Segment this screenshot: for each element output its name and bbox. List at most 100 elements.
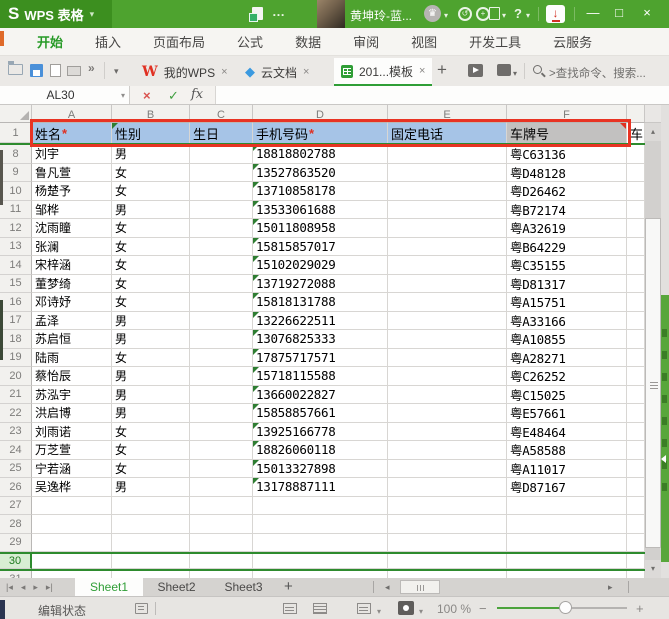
page-layout-view-icon[interactable]: [357, 603, 371, 614]
row-header-31[interactable]: 31: [0, 571, 32, 579]
command-search-input[interactable]: >查找命令、搜索...: [549, 65, 646, 81]
cell[interactable]: [627, 349, 645, 368]
cell-plate[interactable]: 粤A11017: [507, 460, 627, 479]
sheet-tab-sheet2[interactable]: Sheet2: [143, 578, 210, 596]
cell[interactable]: [627, 238, 645, 257]
cell-plate[interactable]: 粤C35155: [507, 256, 627, 275]
cell[interactable]: [627, 293, 645, 312]
cell-birthday[interactable]: [190, 293, 253, 312]
cell-birthday[interactable]: [190, 182, 253, 201]
cell-birthday[interactable]: [190, 330, 253, 349]
cell-landline[interactable]: [388, 256, 507, 275]
cell[interactable]: [253, 571, 388, 579]
cell[interactable]: [627, 367, 645, 386]
cell[interactable]: [627, 145, 645, 164]
header-cell[interactable]: 手机号码*: [253, 123, 388, 143]
cell-name[interactable]: 陆雨: [32, 349, 112, 368]
cell[interactable]: [627, 201, 645, 220]
menu-tab-6[interactable]: 审阅: [353, 32, 379, 51]
row-header-9[interactable]: 9: [0, 164, 32, 183]
cell[interactable]: [253, 497, 388, 516]
row-header-22[interactable]: 22: [0, 404, 32, 423]
row-header-20[interactable]: 20: [0, 367, 32, 386]
zoom-in-button[interactable]: +: [636, 601, 644, 616]
cell-sex[interactable]: 男: [112, 404, 190, 423]
cell-phone[interactable]: 15011808958: [253, 219, 388, 238]
cell[interactable]: [627, 330, 645, 349]
cell-plate[interactable]: 粤B72174: [507, 201, 627, 220]
header-cell[interactable]: 生日: [190, 123, 253, 143]
cell[interactable]: [32, 515, 112, 534]
cell-sex[interactable]: 女: [112, 238, 190, 257]
cell[interactable]: [507, 554, 627, 569]
cell-name[interactable]: 苏启恒: [32, 330, 112, 349]
cell-name[interactable]: 洪启博: [32, 404, 112, 423]
cell[interactable]: [32, 554, 112, 569]
cell-birthday[interactable]: [190, 312, 253, 331]
cell-landline[interactable]: [388, 330, 507, 349]
chevron-down-icon[interactable]: ▾: [121, 91, 125, 100]
select-all-corner[interactable]: [0, 105, 32, 123]
cell-phone[interactable]: 13710858178: [253, 182, 388, 201]
next-sheet-icon[interactable]: ▸: [33, 582, 38, 593]
cell[interactable]: [627, 423, 645, 442]
cell[interactable]: [627, 554, 645, 569]
row-header-13[interactable]: 13: [0, 238, 32, 257]
row-header-15[interactable]: 15: [0, 275, 32, 294]
row-header-10[interactable]: 10: [0, 182, 32, 201]
prev-sheet-icon[interactable]: ◂: [21, 582, 26, 593]
cell[interactable]: [507, 515, 627, 534]
cell[interactable]: [190, 571, 253, 579]
wps-logo[interactable]: S WPS 表格 ▾: [0, 0, 112, 28]
user-avatar[interactable]: [317, 0, 345, 28]
cell[interactable]: [507, 497, 627, 516]
cell-plate[interactable]: 粤E48464: [507, 423, 627, 442]
cell[interactable]: [627, 312, 645, 331]
cell[interactable]: [253, 554, 388, 569]
cell-sex[interactable]: 男: [112, 201, 190, 220]
cancel-icon[interactable]: ×: [143, 88, 151, 103]
row-header-11[interactable]: 11: [0, 201, 32, 220]
cell[interactable]: [627, 571, 645, 579]
cell-name[interactable]: 刘宇: [32, 145, 112, 164]
row-header-28[interactable]: 28: [0, 515, 32, 534]
help-icon[interactable]: ?: [514, 6, 522, 21]
cell-birthday[interactable]: [190, 201, 253, 220]
cell-landline[interactable]: [388, 293, 507, 312]
cell-sex[interactable]: 女: [112, 182, 190, 201]
cell[interactable]: [627, 515, 645, 534]
cell[interactable]: [388, 554, 507, 569]
cell-birthday[interactable]: [190, 367, 253, 386]
cell[interactable]: [507, 571, 627, 579]
vip-crown-icon[interactable]: ♛: [424, 5, 441, 22]
cell-phone[interactable]: 15102029029: [253, 256, 388, 275]
cell-plate[interactable]: 粤C15025: [507, 386, 627, 405]
menu-tab-8[interactable]: 开发工具: [469, 32, 521, 51]
row-header-18[interactable]: 18: [0, 330, 32, 349]
cell[interactable]: [112, 534, 190, 553]
cell-phone[interactable]: 13527863520: [253, 164, 388, 183]
cell[interactable]: [388, 534, 507, 553]
cell-name[interactable]: 董梦绮: [32, 275, 112, 294]
cell[interactable]: [32, 497, 112, 516]
cell-sex[interactable]: 女: [112, 441, 190, 460]
cell[interactable]: [388, 515, 507, 534]
save-icon[interactable]: [30, 64, 43, 77]
cell-birthday[interactable]: [190, 256, 253, 275]
cell-plate[interactable]: 粤D48128: [507, 164, 627, 183]
column-header-B[interactable]: B: [112, 105, 190, 123]
cell-phone[interactable]: 18818802788: [253, 145, 388, 164]
cell-plate[interactable]: 粤A10855: [507, 330, 627, 349]
open-file-icon[interactable]: [8, 64, 23, 75]
cell-plate[interactable]: 粤A33166: [507, 312, 627, 331]
cell-name[interactable]: 万芝萱: [32, 441, 112, 460]
cell[interactable]: [627, 275, 645, 294]
cell[interactable]: [32, 571, 112, 579]
cell-landline[interactable]: [388, 164, 507, 183]
menu-tab-4[interactable]: 公式: [237, 32, 263, 51]
cell-landline[interactable]: [388, 349, 507, 368]
chevron-down-icon[interactable]: ▾: [90, 9, 95, 20]
cell-landline[interactable]: [388, 367, 507, 386]
cell-sex[interactable]: 男: [112, 478, 190, 497]
cell-phone[interactable]: 13660022827: [253, 386, 388, 405]
